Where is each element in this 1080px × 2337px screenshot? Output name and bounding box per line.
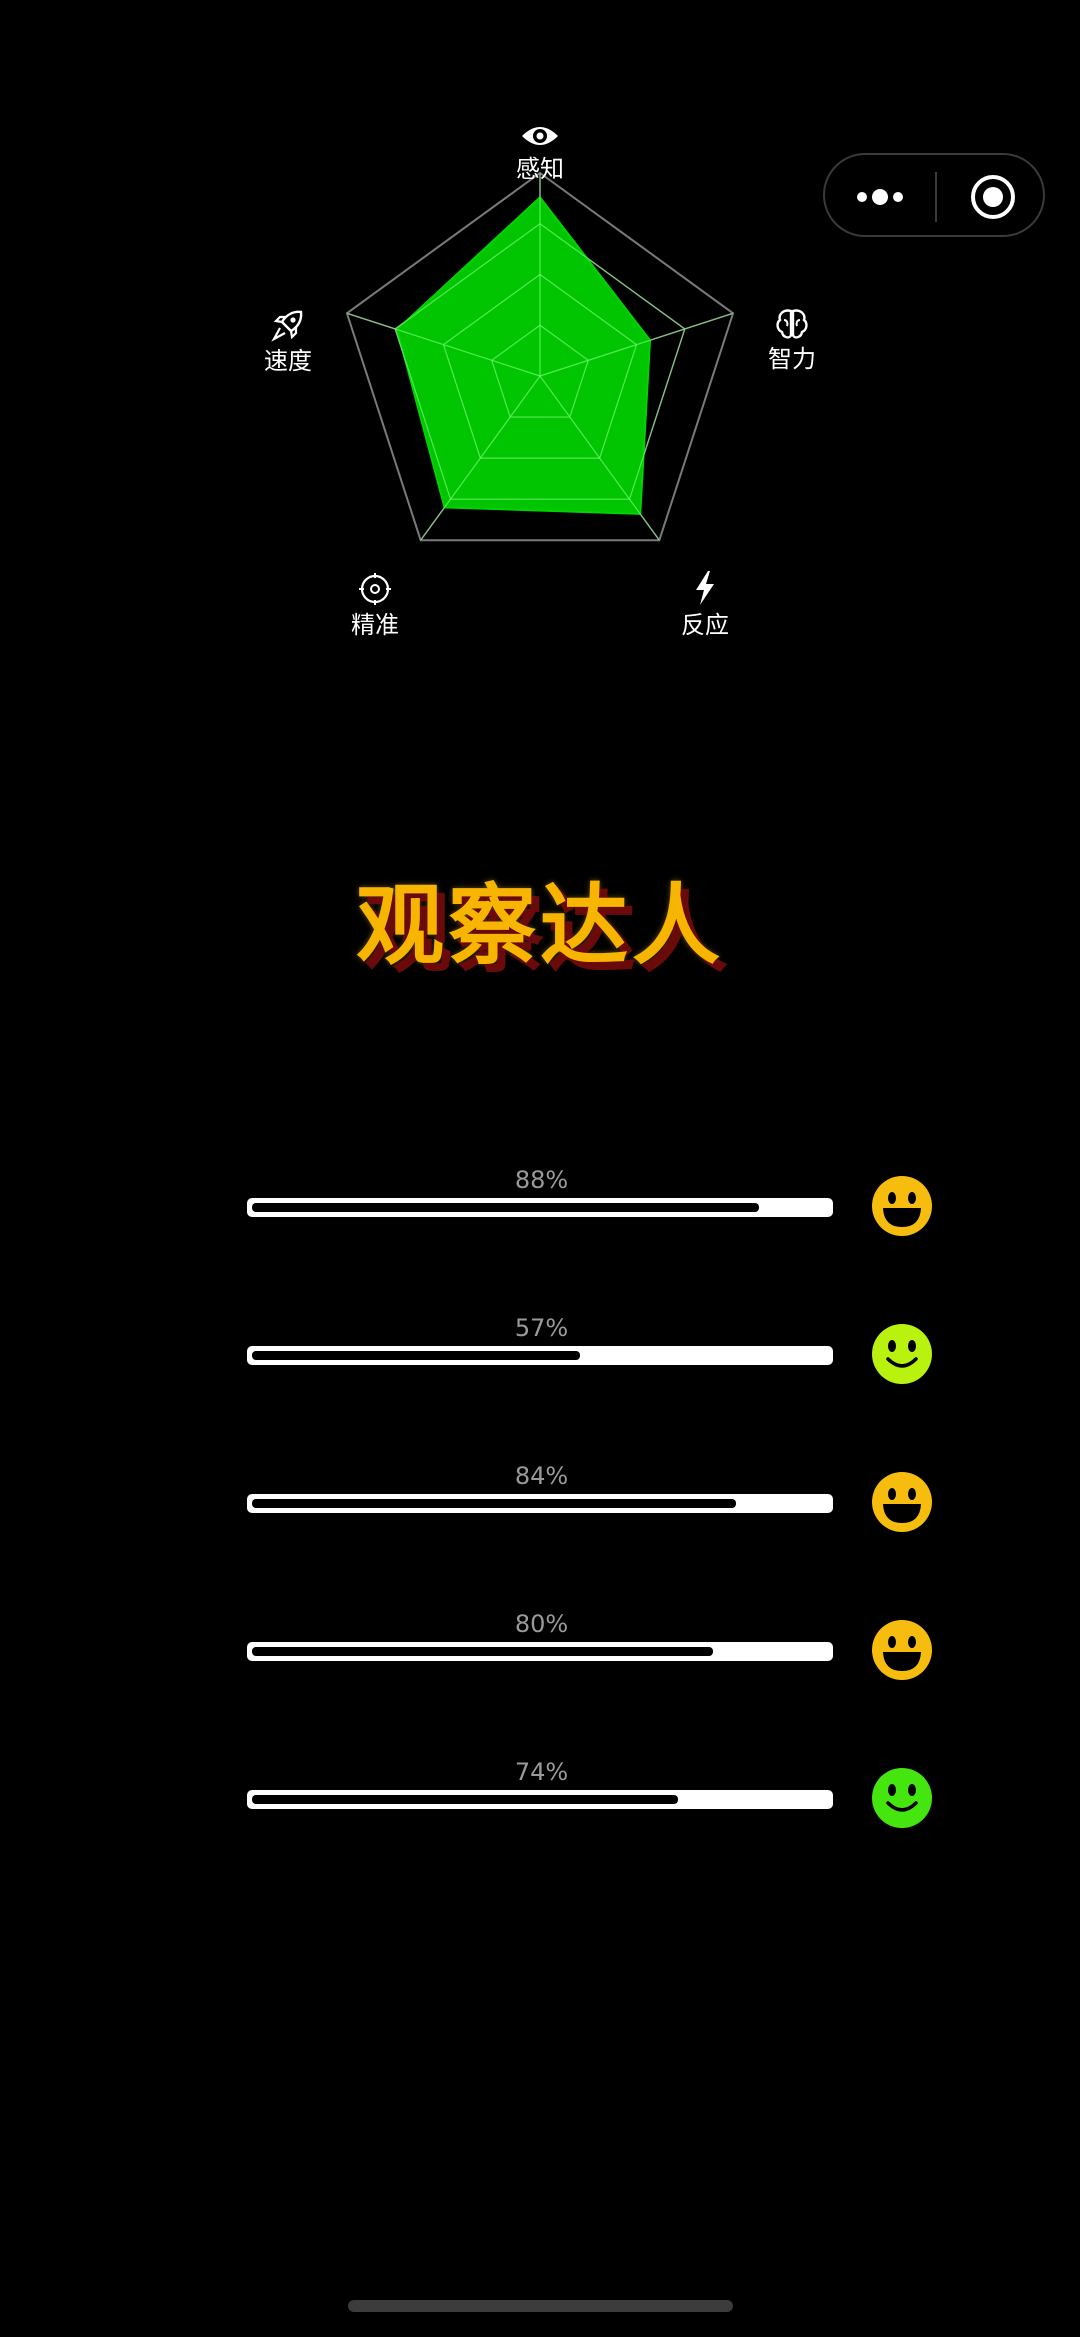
radar-label-speed: 速度 xyxy=(218,308,358,376)
laughing-face-icon xyxy=(872,1472,932,1532)
radar-label-precision: 精准 xyxy=(305,572,445,640)
radar-label-reaction: 反应 xyxy=(635,570,775,640)
rocket-icon xyxy=(271,310,303,342)
radar-label-intelligence: 智力 xyxy=(722,308,862,374)
score-row: 74% xyxy=(0,1757,1080,1837)
home-indicator xyxy=(348,2300,733,2312)
radar-label-text: 速度 xyxy=(264,347,312,375)
progress-fill xyxy=(252,1351,580,1360)
score-row: 80% xyxy=(0,1609,1080,1689)
progress-track xyxy=(247,1198,833,1217)
brain-icon xyxy=(776,309,808,339)
radar-label-text: 精准 xyxy=(351,611,399,639)
laughing-face-icon xyxy=(872,1620,932,1680)
score-percent: 74% xyxy=(514,1758,569,1786)
target-icon xyxy=(359,573,391,605)
radar-label-text: 感知 xyxy=(516,155,564,183)
radar-label-perception: 感知 xyxy=(470,122,610,184)
progress-track xyxy=(247,1346,833,1365)
radar-label-text: 反应 xyxy=(681,611,729,639)
score-percent: 57% xyxy=(514,1314,569,1342)
lightning-icon xyxy=(696,571,714,605)
progress-fill xyxy=(252,1795,678,1804)
score-percent: 80% xyxy=(514,1610,569,1638)
smiling-face-icon xyxy=(872,1768,932,1828)
result-title: 观察达人 xyxy=(355,874,724,977)
score-row: 57% xyxy=(0,1313,1080,1393)
radar-label-text: 智力 xyxy=(768,345,816,373)
score-percent: 88% xyxy=(514,1166,569,1194)
progress-fill xyxy=(252,1647,713,1656)
score-percent: 84% xyxy=(514,1462,569,1490)
radar-chart xyxy=(345,171,735,542)
progress-track xyxy=(247,1790,833,1809)
progress-track xyxy=(247,1494,833,1513)
laughing-face-icon xyxy=(872,1176,932,1236)
progress-fill xyxy=(252,1203,759,1212)
eye-icon xyxy=(522,127,558,145)
score-row: 84% xyxy=(0,1461,1080,1541)
radar-data-area xyxy=(396,195,652,515)
progress-fill xyxy=(252,1499,736,1508)
app-screen: 感知 智力 反应 精准 速度 观察达人 88% 57% 84% 80% 74% xyxy=(0,0,1080,2337)
smiling-face-icon xyxy=(872,1324,932,1384)
progress-track xyxy=(247,1642,833,1661)
score-row: 88% xyxy=(0,1165,1080,1245)
